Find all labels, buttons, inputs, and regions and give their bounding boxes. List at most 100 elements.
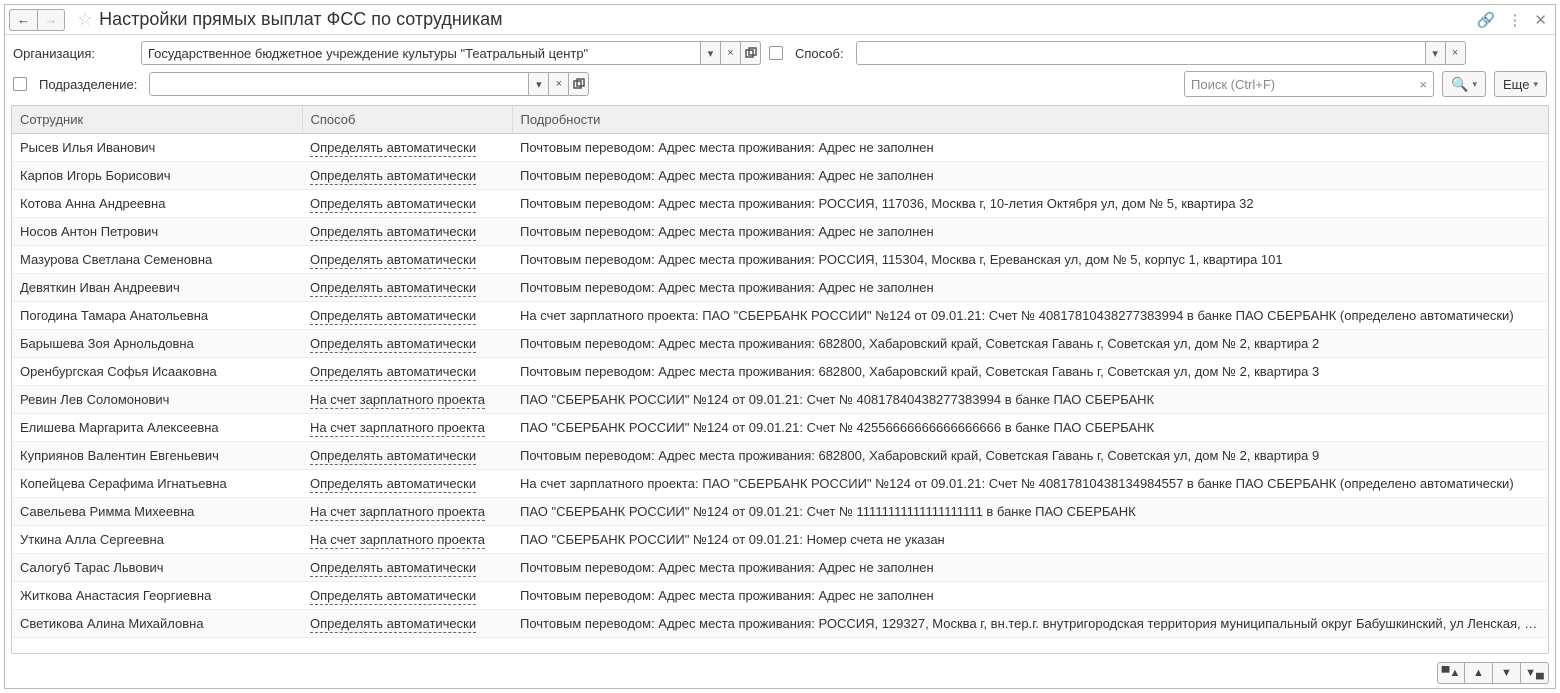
kebab-menu-icon[interactable]: ⋮ — [1507, 11, 1522, 29]
search-placeholder: Поиск (Ctrl+F) — [1191, 77, 1275, 92]
forward-button[interactable]: → — [37, 9, 65, 31]
method-link[interactable]: Определять автоматически — [310, 196, 476, 213]
col-method[interactable]: Способ — [302, 106, 512, 134]
dept-checkbox[interactable] — [13, 77, 27, 91]
filter-panel: Организация: Государственное бюджетное у… — [5, 35, 1555, 105]
method-link[interactable]: Определять автоматически — [310, 280, 476, 297]
method-link[interactable]: Определять автоматически — [310, 140, 476, 157]
col-employee[interactable]: Сотрудник — [12, 106, 302, 134]
org-input[interactable]: Государственное бюджетное учреждение кул… — [141, 41, 701, 65]
cell-method[interactable]: Определять автоматически — [302, 218, 512, 246]
more-button[interactable]: Еще ▾ — [1494, 71, 1547, 97]
method-checkbox[interactable] — [769, 46, 783, 60]
cell-method[interactable]: Определять автоматически — [302, 582, 512, 610]
table-row[interactable]: Носов Антон ПетровичОпределять автоматич… — [12, 218, 1548, 246]
cell-details: Почтовым переводом: Адрес места проживан… — [512, 582, 1548, 610]
method-clear-button[interactable]: × — [1446, 41, 1466, 65]
go-last-button[interactable]: ▼▄ — [1521, 662, 1549, 684]
cell-details: Почтовым переводом: Адрес места проживан… — [512, 134, 1548, 162]
org-clear-button[interactable]: × — [721, 41, 741, 65]
table-row[interactable]: Оренбургская Софья ИсааковнаОпределять а… — [12, 358, 1548, 386]
table-row[interactable]: Девяткин Иван Андреевич Определять автома… — [12, 274, 1548, 302]
cell-method[interactable]: Определять автоматически — [302, 610, 512, 638]
table-row[interactable]: Барышева Зоя АрнольдовнаОпределять автом… — [12, 330, 1548, 358]
dept-open-button[interactable] — [569, 72, 589, 96]
method-link[interactable]: Определять автоматически — [310, 476, 476, 493]
cell-method[interactable]: Определять автоматически — [302, 134, 512, 162]
method-link[interactable]: Определять автоматически — [310, 560, 476, 577]
cell-details: Почтовым переводом: Адрес места проживан… — [512, 554, 1548, 582]
table-row[interactable]: Салогуб Тарас ЛьвовичОпределять автомати… — [12, 554, 1548, 582]
dept-dropdown-button[interactable]: ▾ — [529, 72, 549, 96]
table-nav-footer: ▀▲ ▲ ▼ ▼▄ — [5, 658, 1555, 688]
table-row[interactable]: Котова Анна АндреевнаОпределять автомати… — [12, 190, 1548, 218]
search-button[interactable]: 🔍 ▾ — [1442, 71, 1486, 97]
cell-method[interactable]: На счет зарплатного проекта — [302, 386, 512, 414]
org-dropdown-button[interactable]: ▾ — [701, 41, 721, 65]
method-link[interactable]: Определять автоматически — [310, 252, 476, 269]
cell-method[interactable]: На счет зарплатного проекта — [302, 498, 512, 526]
dept-input[interactable] — [149, 72, 529, 96]
cell-employee: Житкова Анастасия Георгиевна — [12, 582, 302, 610]
table-row[interactable]: Уткина Алла СергеевнаНа счет зарплатного… — [12, 526, 1548, 554]
method-link[interactable]: Определять автоматически — [310, 308, 476, 325]
cell-employee: Елишева Маргарита Алексеевна — [12, 414, 302, 442]
back-button[interactable]: ← — [9, 9, 37, 31]
cell-details: На счет зарплатного проекта: ПАО "СБЕРБА… — [512, 470, 1548, 498]
method-link[interactable]: Определять автоматически — [310, 448, 476, 465]
table-row[interactable]: Мазурова Светлана СеменовнаОпределять ав… — [12, 246, 1548, 274]
cell-method[interactable]: На счет зарплатного проекта — [302, 414, 512, 442]
table-row[interactable]: Погодина Тамара АнатольевнаОпределять ав… — [12, 302, 1548, 330]
table-row[interactable]: Савельева Римма МихеевнаНа счет зарплатн… — [12, 498, 1548, 526]
method-dropdown-button[interactable]: ▾ — [1426, 41, 1446, 65]
close-icon[interactable]: ✕ — [1534, 11, 1547, 29]
cell-method[interactable]: Определять автоматически — [302, 330, 512, 358]
caret-down-icon: ▾ — [1533, 79, 1538, 90]
method-link[interactable]: Определять автоматически — [310, 224, 476, 241]
cell-details: Почтовым переводом: Адрес места проживан… — [512, 162, 1548, 190]
method-link[interactable]: Определять автоматически — [310, 588, 476, 605]
method-link[interactable]: Определять автоматически — [310, 168, 476, 185]
table-row[interactable]: Житкова Анастасия Георгиевна Определять а… — [12, 582, 1548, 610]
table-row[interactable]: Рысев Илья ИвановичОпределять автоматиче… — [12, 134, 1548, 162]
favorite-star-icon[interactable]: ☆ — [77, 9, 93, 30]
method-link[interactable]: Определять автоматически — [310, 616, 476, 633]
method-link[interactable]: На счет зарплатного проекта — [310, 420, 485, 437]
cell-method[interactable]: Определять автоматически — [302, 162, 512, 190]
cell-employee: Девяткин Иван Андреевич — [12, 274, 302, 302]
table-row[interactable]: Елишева Маргарита Алексеевна На счет зарп… — [12, 414, 1548, 442]
method-link[interactable]: На счет зарплатного проекта — [310, 532, 485, 549]
org-open-button[interactable] — [741, 41, 761, 65]
cell-method[interactable]: Определять автоматически — [302, 554, 512, 582]
table-row[interactable]: Ревин Лев Соломонович На счет зарплатного… — [12, 386, 1548, 414]
method-link[interactable]: Определять автоматически — [310, 364, 476, 381]
cell-method[interactable]: Определять автоматически — [302, 358, 512, 386]
cell-method[interactable]: Определять автоматически — [302, 470, 512, 498]
dept-label: Подразделение: — [39, 77, 137, 92]
dept-clear-button[interactable]: × — [549, 72, 569, 96]
method-input[interactable] — [856, 41, 1426, 65]
go-up-button[interactable]: ▲ — [1465, 662, 1493, 684]
search-clear-icon[interactable]: × — [1419, 77, 1427, 92]
cell-method[interactable]: Определять автоматически — [302, 442, 512, 470]
link-icon[interactable]: 🔗 — [1477, 11, 1496, 29]
cell-method[interactable]: Определять автоматически — [302, 274, 512, 302]
search-input[interactable]: Поиск (Ctrl+F) × — [1184, 71, 1434, 97]
col-details[interactable]: Подробности — [512, 106, 1548, 134]
page-title: Настройки прямых выплат ФСС по сотрудник… — [99, 9, 1477, 30]
table-row[interactable]: Копейцева Серафима ИгнатьевнаОпределять … — [12, 470, 1548, 498]
method-link[interactable]: На счет зарплатного проекта — [310, 392, 485, 409]
go-down-button[interactable]: ▼ — [1493, 662, 1521, 684]
cell-method[interactable]: Определять автоматически — [302, 302, 512, 330]
cell-method[interactable]: На счет зарплатного проекта — [302, 526, 512, 554]
cell-method[interactable]: Определять автоматически — [302, 246, 512, 274]
cell-employee: Ревин Лев Соломонович — [12, 386, 302, 414]
cell-method[interactable]: Определять автоматически — [302, 190, 512, 218]
cell-details: ПАО "СБЕРБАНК РОССИИ" №124 от 09.01.21: … — [512, 498, 1548, 526]
table-row[interactable]: Куприянов Валентин ЕвгеньевичОпределять … — [12, 442, 1548, 470]
table-row[interactable]: Карпов Игорь БорисовичОпределять автомат… — [12, 162, 1548, 190]
go-first-button[interactable]: ▀▲ — [1437, 662, 1465, 684]
table-row[interactable]: Светикова Алина МихайловнаОпределять авт… — [12, 610, 1548, 638]
method-link[interactable]: На счет зарплатного проекта — [310, 504, 485, 521]
method-link[interactable]: Определять автоматически — [310, 336, 476, 353]
